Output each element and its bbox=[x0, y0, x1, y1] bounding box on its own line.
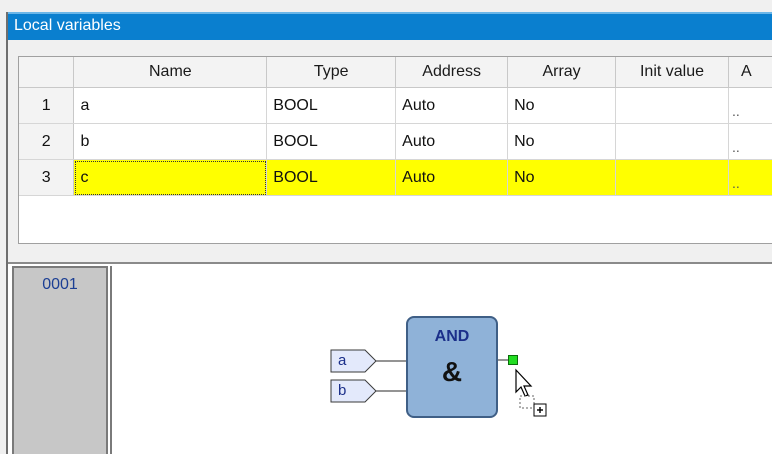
cell-type[interactable]: BOOL bbox=[266, 159, 397, 196]
network-number: 0001 bbox=[42, 276, 78, 293]
row-number[interactable]: 2 bbox=[19, 123, 75, 160]
cell-name[interactable]: c bbox=[73, 159, 268, 196]
and-function-block[interactable]: AND & bbox=[406, 316, 498, 418]
cell-init-value[interactable] bbox=[615, 159, 729, 196]
column-header-type[interactable]: Type bbox=[266, 57, 397, 88]
column-header-name[interactable]: Name bbox=[73, 57, 268, 88]
row-number[interactable]: 1 bbox=[19, 87, 75, 124]
cell-address[interactable]: Auto bbox=[395, 87, 509, 124]
cell-name[interactable]: b bbox=[73, 123, 268, 160]
fbd-editor-canvas[interactable] bbox=[8, 262, 772, 454]
column-header-array[interactable]: Array bbox=[507, 57, 617, 88]
variables-editor-window: Local variables Name Type Address Array … bbox=[0, 0, 772, 454]
cell-address[interactable]: Auto bbox=[395, 159, 509, 196]
input-label-a[interactable]: a bbox=[338, 352, 346, 369]
cell-more[interactable]: .. bbox=[728, 123, 772, 160]
column-header-truncated[interactable]: A bbox=[728, 57, 772, 88]
column-header-rownum[interactable] bbox=[19, 57, 75, 88]
cell-address[interactable]: Auto bbox=[395, 123, 509, 160]
cell-more[interactable]: .. bbox=[728, 87, 772, 124]
column-header-init-value[interactable]: Init value bbox=[615, 57, 729, 88]
drag-add-cursor-icon bbox=[515, 368, 547, 417]
gutter-divider bbox=[110, 266, 112, 454]
output-pin[interactable] bbox=[508, 355, 518, 365]
cell-array[interactable]: No bbox=[507, 123, 617, 160]
block-symbol: & bbox=[441, 356, 463, 387]
panel-title: Local variables bbox=[14, 17, 121, 34]
cell-array[interactable]: No bbox=[507, 87, 617, 124]
cell-init-value[interactable] bbox=[615, 123, 729, 160]
block-title: AND bbox=[434, 328, 470, 345]
cell-name[interactable]: a bbox=[73, 87, 268, 124]
cell-init-value[interactable] bbox=[615, 87, 729, 124]
table-row[interactable]: 2 b BOOL Auto No .. bbox=[19, 123, 772, 160]
table-row-selected[interactable]: 3 c BOOL Auto No .. bbox=[19, 159, 772, 196]
network-gutter[interactable]: 0001 bbox=[12, 266, 108, 454]
local-variables-panel: Name Type Address Array Init value A 1 a… bbox=[8, 40, 772, 250]
variables-table: Name Type Address Array Init value A 1 a… bbox=[19, 57, 772, 196]
input-label-b[interactable]: b bbox=[338, 382, 346, 399]
table-row[interactable]: 1 a BOOL Auto No .. bbox=[19, 87, 772, 124]
variables-grid: Name Type Address Array Init value A 1 a… bbox=[18, 56, 772, 244]
cell-type[interactable]: BOOL bbox=[266, 123, 397, 160]
cell-array[interactable]: No bbox=[507, 159, 617, 196]
row-number[interactable]: 3 bbox=[19, 159, 75, 196]
local-variables-titlebar[interactable]: Local variables bbox=[8, 12, 772, 40]
table-header-row: Name Type Address Array Init value A bbox=[19, 57, 772, 88]
cell-type[interactable]: BOOL bbox=[266, 87, 397, 124]
column-header-address[interactable]: Address bbox=[395, 57, 509, 88]
cell-more[interactable]: .. bbox=[728, 159, 772, 196]
